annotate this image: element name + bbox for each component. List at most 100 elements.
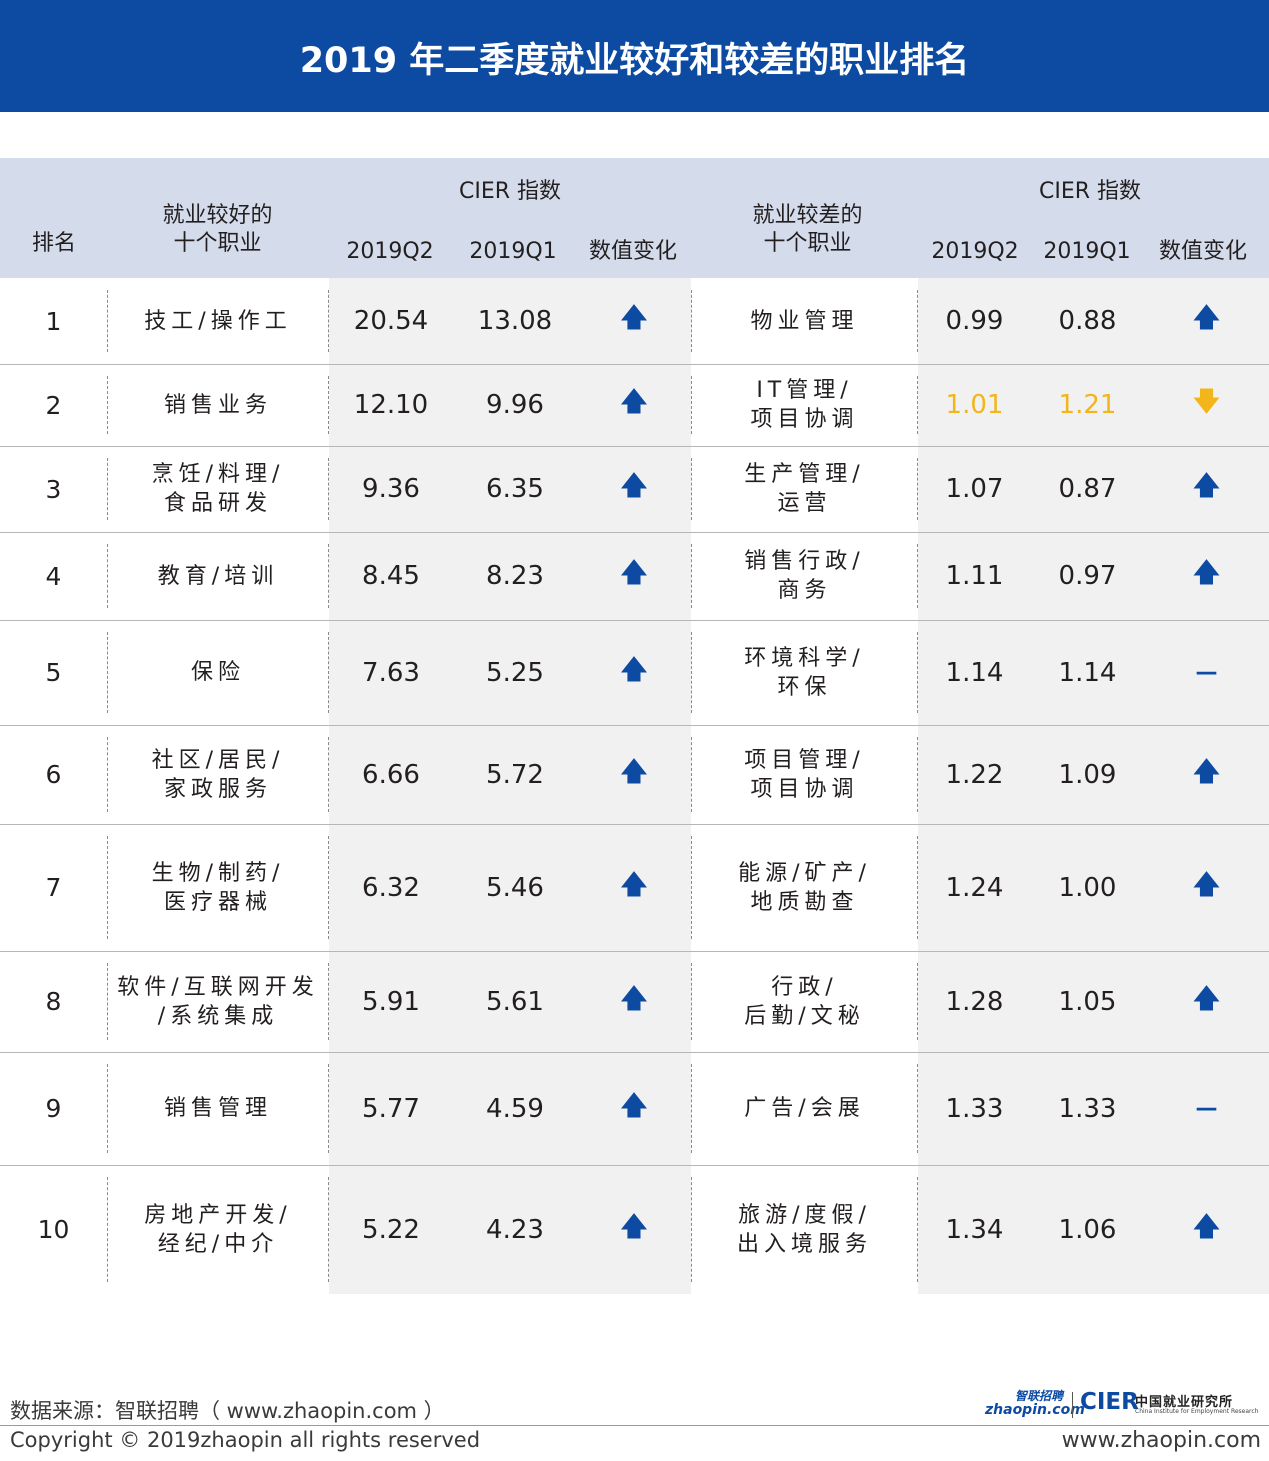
cell-bad-q2: 1.07 — [945, 474, 1004, 504]
column-divider — [691, 963, 692, 1040]
cell-good-q1: 6.35 — [486, 474, 544, 504]
cell-good-q1: 13.08 — [477, 306, 553, 336]
ranking-table: 1 技工/操作工 20.54 13.08 🡅 物业管理 0.99 0.88 🡅 2 销售业务 12.1… — [0, 278, 1269, 1294]
column-divider — [691, 290, 692, 352]
cell-good-q2: 12.10 — [353, 390, 429, 420]
header-rank: 排名 — [31, 231, 76, 256]
change-up-icon: 🡅 — [620, 654, 648, 685]
column-divider — [328, 963, 329, 1040]
cell-bad-q1: 1.21 — [1058, 390, 1117, 420]
change-up-icon: 🡅 — [620, 303, 648, 333]
change-up-icon: 🡅 — [1193, 303, 1220, 333]
cell-good-q1: 5.25 — [486, 657, 544, 688]
page-title: 2019 年二季度就业较好和较差的职业排名 — [299, 41, 970, 81]
cell-rank: 2 — [45, 390, 62, 420]
cell-good-q2: 5.91 — [362, 986, 420, 1017]
table-row: 5 保险 7.63 5.25 🡅 环境科学/ 环保 1.14 1.14 — — [0, 620, 1269, 725]
table-row: 8 软件/互联网开发 /系统集成 5.91 5.61 🡅 行政/ 后勤/文秘 1.28 1.0… — [0, 951, 1269, 1052]
column-divider — [107, 458, 108, 520]
zhaopin-logo-en: zhaopin.com — [985, 1402, 1085, 1418]
change-up-icon: 🡅 — [1193, 869, 1220, 900]
cell-bad-job: 物业管理 — [750, 308, 859, 334]
cell-bad-q2: 1.01 — [945, 390, 1004, 420]
cell-good-q1: 4.23 — [486, 1214, 544, 1245]
change-up-icon: 🡅 — [620, 756, 648, 787]
header-bad-q2: 2019Q2 — [931, 239, 1019, 264]
table-row: 4 教育/培训 8.45 8.23 🡅 销售行政/ 商务 1.11 0.97 🡅 — [0, 532, 1269, 620]
cell-bad-q1: 1.14 — [1058, 657, 1117, 688]
cell-bad-job: 环境科学/ 环保 — [744, 645, 865, 700]
cell-good-job: 房地产开发/ 经纪/中介 — [144, 1202, 292, 1257]
column-divider — [691, 458, 692, 520]
website-link[interactable]: www.zhaopin.com — [1062, 1428, 1261, 1453]
table-row: 3 烹饪/料理/ 食品研发 9.36 6.35 🡅 生产管理/ 运营 1.07 0.87 🡅 — [0, 446, 1269, 532]
cell-bad-job: 能源/矿产/ 地质勘查 — [738, 860, 871, 915]
column-divider — [328, 458, 329, 520]
cell-good-q1: 4.59 — [486, 1093, 544, 1124]
copyright: Copyright © 2019zhaopin all rights reser… — [10, 1428, 481, 1452]
cell-rank: 6 — [45, 760, 62, 789]
column-divider — [328, 290, 329, 352]
cell-bad-q1: 1.00 — [1058, 872, 1117, 903]
column-divider — [107, 963, 108, 1040]
cell-rank: 7 — [45, 873, 62, 902]
column-divider — [917, 1177, 918, 1282]
change-up-icon: 🡅 — [620, 1090, 648, 1121]
cell-bad-job: 生产管理/ 运营 — [744, 462, 865, 516]
cell-good-q1: 9.96 — [486, 390, 544, 420]
column-divider — [691, 836, 692, 939]
change-up-icon: 🡅 — [1193, 756, 1220, 787]
change-flat-icon: — — [1195, 660, 1218, 685]
column-divider — [917, 737, 918, 812]
cell-bad-q2: 1.33 — [945, 1093, 1004, 1124]
cell-bad-q1: 1.33 — [1058, 1093, 1117, 1124]
cell-bad-q1: 0.97 — [1058, 561, 1117, 591]
cell-good-job: 教育/培训 — [157, 563, 279, 589]
cell-bad-job: 项目管理/ 项目协调 — [744, 747, 865, 802]
cell-bad-job: 行政/ 后勤/文秘 — [744, 974, 865, 1029]
cell-bad-q1: 1.06 — [1058, 1214, 1117, 1245]
cell-good-q2: 6.32 — [362, 872, 420, 903]
cell-good-job: 销售业务 — [163, 392, 272, 418]
cell-good-q2: 9.36 — [362, 474, 420, 504]
change-up-icon: 🡅 — [620, 387, 648, 417]
header-good-q1: 2019Q1 — [469, 239, 557, 264]
column-divider — [107, 1177, 108, 1282]
column-divider — [328, 376, 329, 434]
change-up-icon: 🡅 — [620, 471, 648, 501]
cier-logo: CIER — [1080, 1389, 1139, 1415]
column-divider — [107, 376, 108, 434]
column-divider — [328, 544, 329, 608]
column-divider — [328, 737, 329, 812]
cier-logo-en: China Institute for Employment Research — [1135, 1408, 1259, 1415]
change-up-icon: 🡅 — [1193, 471, 1220, 501]
cell-good-q2: 7.63 — [362, 657, 420, 688]
change-up-icon: 🡅 — [1193, 983, 1220, 1014]
column-divider — [691, 1177, 692, 1282]
cell-rank: 4 — [45, 561, 62, 591]
change-up-icon: 🡅 — [620, 983, 648, 1014]
column-divider — [917, 376, 918, 434]
cell-good-job: 保险 — [190, 660, 245, 685]
column-divider — [917, 544, 918, 608]
footer-divider — [0, 1425, 1269, 1426]
column-divider — [328, 836, 329, 939]
table-row: 6 社区/居民/ 家政服务 6.66 5.72 🡅 项目管理/ 项目协调 1.22 1.09 🡅 — [0, 725, 1269, 824]
column-divider — [107, 290, 108, 352]
cell-good-q1: 5.61 — [486, 986, 544, 1017]
cell-bad-q2: 1.22 — [945, 759, 1004, 790]
change-up-icon: 🡅 — [1193, 1211, 1220, 1242]
change-up-icon: 🡅 — [1193, 558, 1220, 588]
column-divider — [328, 1177, 329, 1282]
cell-good-job: 生物/制药/ 医疗器械 — [151, 860, 285, 915]
cell-rank: 5 — [45, 658, 62, 687]
change-down-icon: 🡇 — [1193, 387, 1220, 417]
cell-good-q1: 5.72 — [486, 759, 544, 790]
header-good-q2: 2019Q2 — [346, 239, 434, 264]
column-divider — [107, 1064, 108, 1153]
cell-good-q2: 5.22 — [362, 1214, 420, 1245]
cell-good-q2: 5.77 — [362, 1093, 420, 1124]
cell-bad-q1: 1.05 — [1058, 986, 1117, 1017]
header-good-jobs: 就业较好的 十个职业 — [162, 203, 273, 256]
header-bad-q1: 2019Q1 — [1043, 239, 1131, 264]
